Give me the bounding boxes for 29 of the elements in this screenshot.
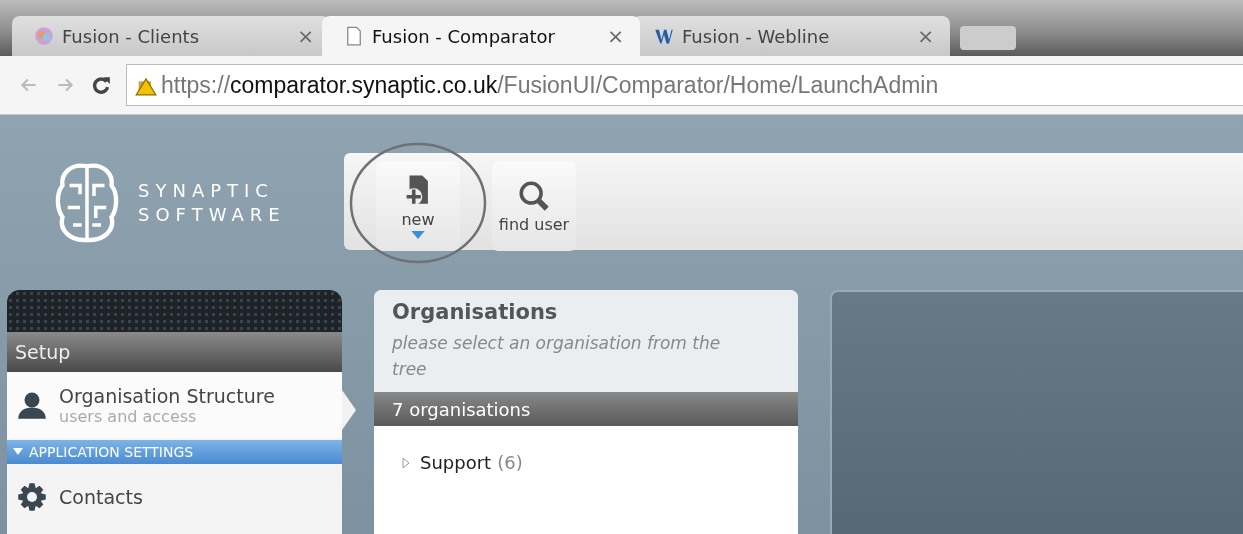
browser-tab[interactable]: Fusion - Comparator × (322, 16, 640, 56)
tab-title: Fusion - Webline (682, 25, 831, 47)
selection-pointer-icon (342, 390, 356, 430)
tab-title: Fusion - Clients (62, 25, 200, 47)
panel-hint: please select an organisation from the tree (392, 332, 722, 381)
page-icon (344, 26, 364, 46)
caret-icon[interactable] (411, 230, 425, 239)
item-label: Contacts (59, 486, 143, 508)
address-field[interactable]: https://comparator.synaptic.co.uk/FusionUI/Comparator/Home/LaunchAdmin (126, 64, 1243, 106)
close-icon[interactable]: × (297, 24, 314, 48)
expand-triangle-icon[interactable] (402, 456, 410, 469)
person-icon (17, 390, 47, 420)
close-icon[interactable]: × (917, 24, 934, 48)
panel-title: Organisations (392, 300, 559, 324)
find-user-button[interactable]: find user (492, 161, 576, 251)
new-button[interactable]: new (376, 161, 460, 251)
item-sublabel: users and access (59, 406, 198, 426)
item-label: Organisation Structure (59, 384, 275, 407)
count-bar: 7 organisations (374, 392, 798, 426)
logo-text: SOFTWARE (138, 202, 286, 227)
search-icon (517, 178, 551, 213)
logo-text: SYNAPTIC (138, 178, 275, 203)
reload-icon[interactable] (90, 74, 112, 96)
tree-node[interactable]: Support (6) (402, 452, 798, 473)
tab-title: Fusion - Comparator (372, 25, 556, 47)
sidebar-title: Setup (7, 332, 342, 372)
brain-icon (34, 26, 54, 46)
close-icon[interactable]: × (607, 24, 624, 48)
gear-icon (17, 482, 47, 512)
